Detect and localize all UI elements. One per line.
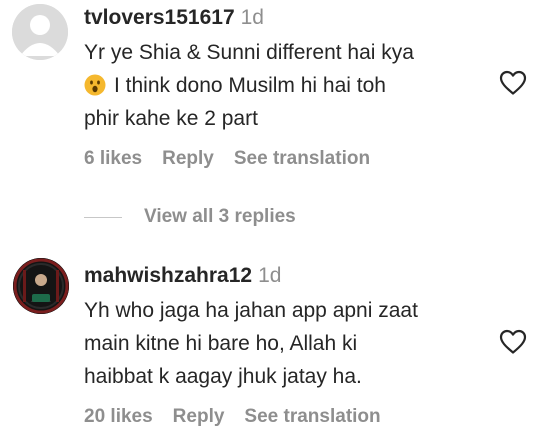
comment-text-line: haibbat k aagay jhuk jatay ha. (84, 365, 362, 388)
profile-photo (13, 258, 69, 314)
view-replies-label: View all 3 replies (144, 206, 296, 227)
timestamp[interactable]: 1d (241, 6, 264, 29)
comment-text-line: main kitne hi bare ho, Allah ki (84, 332, 358, 355)
likes-count[interactable]: 6 likes (84, 148, 142, 169)
heart-outline-icon[interactable] (499, 329, 527, 355)
comment-actions: 6 likes Reply See translation (84, 148, 390, 170)
surprised-face-emoji-icon (84, 74, 106, 96)
see-translation-button[interactable]: See translation (234, 148, 370, 169)
default-avatar-icon (12, 4, 68, 60)
comment-text: Yh who jaga ha jahan app apni zaat main … (84, 294, 484, 393)
reply-button[interactable]: Reply (162, 148, 214, 169)
comment-text-line: phir kahe ke 2 part (84, 107, 258, 130)
heart-outline-icon[interactable] (499, 70, 527, 96)
comment-text-fragment: I think dono Musilm hi hai toh (114, 74, 386, 97)
see-translation-button[interactable]: See translation (244, 406, 380, 427)
username[interactable]: tvlovers151617 (84, 6, 235, 29)
avatar[interactable] (13, 258, 69, 314)
username[interactable]: mahwishzahra12 (84, 264, 252, 287)
comment-text-line: Yh who jaga ha jahan app apni zaat (84, 299, 418, 322)
comment-text-line: Yr ye Shia & Sunni different hai kya (84, 41, 414, 64)
comment-header: mahwishzahra12 1d (84, 262, 484, 290)
likes-count[interactable]: 20 likes (84, 406, 153, 427)
comment: mahwishzahra12 1d Yh who jaga ha jahan ap… (84, 262, 484, 393)
comment: tvlovers151617 1d Yr ye Shia & Sunni diff… (84, 4, 484, 135)
view-replies-button[interactable]: View all 3 replies (84, 203, 296, 231)
comment-actions: 20 likes Reply See translation (84, 406, 401, 428)
comment-text: Yr ye Shia & Sunni different hai kya I t… (84, 36, 484, 135)
divider (84, 216, 122, 218)
comment-text-line: I think dono Musilm hi hai toh (84, 69, 484, 102)
comment-header: tvlovers151617 1d (84, 4, 484, 32)
timestamp[interactable]: 1d (258, 264, 281, 287)
reply-button[interactable]: Reply (173, 406, 225, 427)
avatar[interactable] (12, 4, 68, 60)
